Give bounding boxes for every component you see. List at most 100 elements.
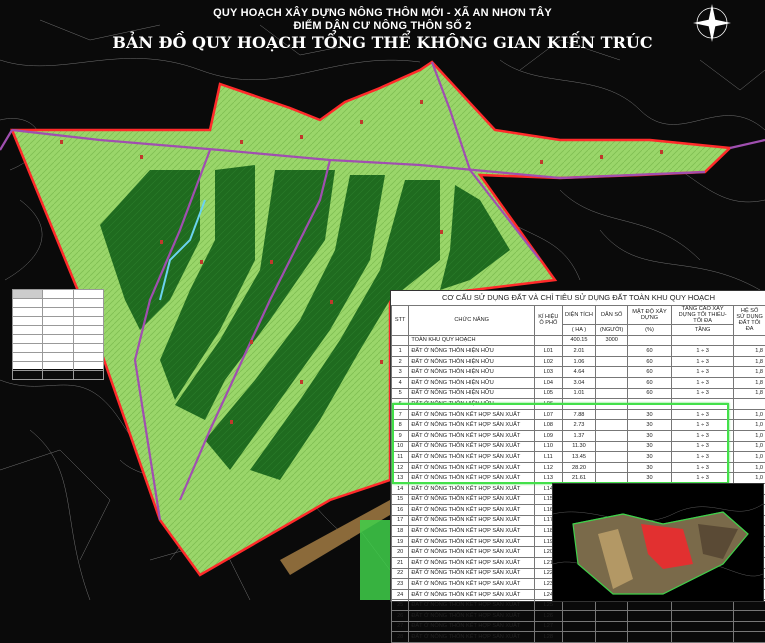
col-kh: KÍ HIỆU Ô PHỐ — [535, 306, 563, 336]
cell-tc — [671, 621, 733, 632]
cell-hs: 1,0 — [734, 462, 765, 473]
cell-stt: 15 — [392, 494, 409, 505]
project-title: QUY HOẠCH XÂY DỰNG NÔNG THÔN MỚI - XÃ AN… — [0, 7, 765, 19]
cell-tc: 1 ÷ 3 — [671, 473, 733, 484]
map-title: BẢN ĐỒ QUY HOẠCH TỔNG THỂ KHÔNG GIAN KIẾ… — [0, 33, 765, 52]
cell-name: ĐẤT Ở NÔNG THÔN KẾT HỢP SẢN XUẤT — [409, 621, 535, 632]
cell-name: ĐẤT Ở NÔNG THÔN KẾT HỢP SẢN XUẤT — [409, 579, 535, 590]
cell-dt — [562, 399, 596, 410]
table-row: 1ĐẤT Ở NÔNG THÔN HIỆN HỮUL012.01601 ÷ 31… — [392, 346, 765, 357]
cell-ds — [596, 452, 628, 463]
col-stt: STT — [392, 306, 409, 336]
inset-map-graphic — [553, 484, 763, 601]
table-row: 28ĐẤT Ở NÔNG THÔN KẾT HỢP SẢN XUẤTL28 — [392, 632, 765, 643]
cell-ds — [596, 356, 628, 367]
cell-kh: L28 — [535, 632, 563, 643]
cell-name: ĐẤT Ở NÔNG THÔN HIỆN HỮU — [409, 388, 535, 399]
total-population: 3000 — [596, 335, 628, 346]
cell-dt: 28.20 — [562, 462, 596, 473]
col-hs: HỆ SỐ SỬ DỤNG ĐẤT TỐI ĐA — [734, 306, 765, 336]
legend-table — [12, 289, 104, 380]
inset-map — [552, 483, 764, 602]
cell-tc: 1 ÷ 3 — [671, 462, 733, 473]
cell-dt: 1.01 — [562, 388, 596, 399]
cell-hs: 1,0 — [734, 452, 765, 463]
cell-md — [628, 399, 672, 410]
cell-name: ĐẤT Ở NÔNG THÔN KẾT HỢP SẢN XUẤT — [409, 505, 535, 516]
cell-tc — [671, 399, 733, 410]
cell-stt: 17 — [392, 515, 409, 526]
cell-name: ĐẤT Ở NÔNG THÔN KẾT HỢP SẢN XUẤT — [409, 494, 535, 505]
cell-name: ĐẤT Ở NÔNG THÔN HIỆN HỮU — [409, 356, 535, 367]
cell-hs — [734, 399, 765, 410]
table-row: 9ĐẤT Ở NÔNG THÔN KẾT HỢP SẢN XUẤTL091.37… — [392, 430, 765, 441]
cell-stt: 5 — [392, 388, 409, 399]
cell-stt: 23 — [392, 579, 409, 590]
table-row: 5ĐẤT Ở NÔNG THÔN HIỆN HỮUL051.01601 ÷ 31… — [392, 388, 765, 399]
cell-stt: 21 — [392, 558, 409, 569]
total-name: TOÀN KHU QUY HOẠCH — [409, 335, 535, 346]
col-name: CHỨC NĂNG — [409, 306, 535, 336]
cell-name: ĐẤT Ở NÔNG THÔN HIỆN HỮU — [409, 367, 535, 378]
project-subtitle: ĐIỂM DÂN CƯ NÔNG THÔN SỐ 2 — [0, 20, 765, 32]
cell-md: 30 — [628, 430, 672, 441]
cell-stt: 12 — [392, 462, 409, 473]
cell-name: ĐẤT Ở NÔNG THÔN KẾT HỢP SẢN XUẤT — [409, 483, 535, 494]
cell-ds — [596, 367, 628, 378]
table-row: 6ĐẤT Ở NÔNG THÔN HIỆN HỮUL06 — [392, 399, 765, 410]
col-tc-unit: TẦNG — [671, 325, 733, 336]
cell-md: 30 — [628, 452, 672, 463]
cell-md: 30 — [628, 462, 672, 473]
cell-hs: 1,0 — [734, 441, 765, 452]
cell-md: 60 — [628, 388, 672, 399]
cell-stt: 2 — [392, 356, 409, 367]
cell-name: ĐẤT Ở NÔNG THÔN KẾT HỢP SẢN XUẤT — [409, 420, 535, 431]
cell-stt: 4 — [392, 377, 409, 388]
cell-hs — [734, 611, 765, 622]
cell-stt: 1 — [392, 346, 409, 357]
cell-hs — [734, 632, 765, 643]
table-row: 8ĐẤT Ở NÔNG THÔN KẾT HỢP SẢN XUẤTL082.73… — [392, 420, 765, 431]
cell-ds — [596, 399, 628, 410]
cell-tc: 1 ÷ 3 — [671, 367, 733, 378]
cell-ds — [596, 346, 628, 357]
cell-stt: 13 — [392, 473, 409, 484]
col-tc: TẦNG CAO XÂY DỰNG TỐI THIỂU-TỐI ĐA — [671, 306, 733, 325]
cell-stt: 3 — [392, 367, 409, 378]
col-ds-unit: (NGƯỜI) — [596, 325, 628, 336]
cell-stt: 20 — [392, 547, 409, 558]
cell-kh: L26 — [535, 611, 563, 622]
cell-stt: 19 — [392, 536, 409, 547]
cell-stt: 11 — [392, 452, 409, 463]
cell-md: 60 — [628, 367, 672, 378]
table-row: 3ĐẤT Ở NÔNG THÔN HIỆN HỮUL034.64601 ÷ 31… — [392, 367, 765, 378]
cell-tc: 1 ÷ 3 — [671, 420, 733, 431]
cell-stt: 6 — [392, 399, 409, 410]
cell-kh: L09 — [535, 430, 563, 441]
table-row: 4ĐẤT Ở NÔNG THÔN HIỆN HỮUL043.04601 ÷ 31… — [392, 377, 765, 388]
cell-kh: L02 — [535, 356, 563, 367]
cell-ds — [596, 409, 628, 420]
cell-md: 30 — [628, 420, 672, 431]
cell-name: ĐẤT Ở NÔNG THÔN KẾT HỢP SẢN XUẤT — [409, 441, 535, 452]
cell-name: ĐẤT Ở NÔNG THÔN HIỆN HỮU — [409, 377, 535, 388]
cell-name: ĐẤT Ở NÔNG THÔN KẾT HỢP SẢN XUẤT — [409, 473, 535, 484]
table-caption: CƠ CẤU SỬ DỤNG ĐẤT VÀ CHỈ TIÊU SỬ DỤNG Đ… — [391, 291, 765, 305]
cell-tc: 1 ÷ 3 — [671, 377, 733, 388]
cell-hs: 1,0 — [734, 430, 765, 441]
cell-dt: 1.06 — [562, 356, 596, 367]
cell-name: ĐẤT Ở NÔNG THÔN KẾT HỢP SẢN XUẤT — [409, 600, 535, 611]
cell-ds — [596, 377, 628, 388]
cell-ds — [596, 430, 628, 441]
cell-stt: 27 — [392, 621, 409, 632]
cell-tc: 1 ÷ 3 — [671, 356, 733, 367]
cell-kh: L12 — [535, 462, 563, 473]
cell-kh: L03 — [535, 367, 563, 378]
cell-name: ĐẤT Ở NÔNG THÔN KẾT HỢP SẢN XUẤT — [409, 526, 535, 537]
cell-tc: 1 ÷ 3 — [671, 346, 733, 357]
table-row: 26ĐẤT Ở NÔNG THÔN KẾT HỢP SẢN XUẤTL26 — [392, 611, 765, 622]
cell-dt: 11.30 — [562, 441, 596, 452]
total-area: 400.15 — [562, 335, 596, 346]
cell-md: 30 — [628, 473, 672, 484]
cell-dt: 21.61 — [562, 473, 596, 484]
